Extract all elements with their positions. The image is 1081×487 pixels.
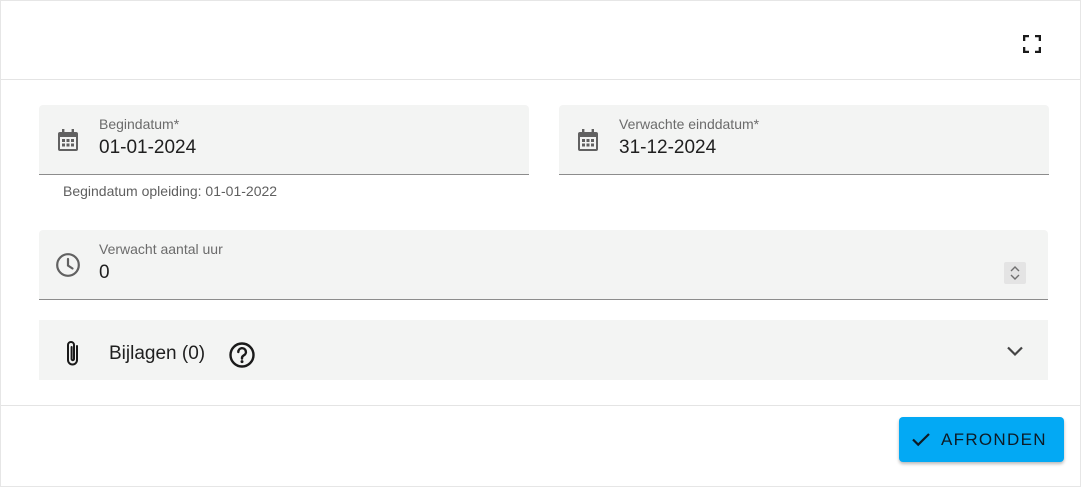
end-date-input[interactable]: 31-12-2024 bbox=[619, 137, 919, 159]
expected-hours-field[interactable]: Verwacht aantal uur 0 bbox=[39, 230, 1048, 300]
calendar-icon bbox=[55, 127, 81, 153]
finish-button-label: AFRONDEN bbox=[941, 430, 1047, 449]
start-date-label: Begindatum* bbox=[99, 116, 180, 132]
fullscreen-icon bbox=[1022, 34, 1042, 54]
finish-button[interactable]: AFRONDEN bbox=[899, 417, 1064, 462]
paperclip-icon bbox=[61, 339, 85, 371]
fullscreen-button[interactable] bbox=[1019, 31, 1045, 57]
expected-hours-label: Verwacht aantal uur bbox=[99, 241, 223, 257]
dialog: Begindatum* 01-01-2024 Begindatum opleid… bbox=[0, 0, 1081, 487]
chevron-down-icon[interactable] bbox=[1004, 340, 1026, 362]
expected-hours-input[interactable]: 0 bbox=[99, 262, 399, 284]
footer-divider bbox=[1, 405, 1080, 406]
end-date-field[interactable]: Verwachte einddatum* 31-12-2024 bbox=[559, 105, 1049, 175]
dialog-header bbox=[1, 1, 1080, 80]
hours-stepper[interactable] bbox=[1004, 262, 1026, 284]
attachments-label: Bijlagen (0) bbox=[109, 343, 206, 364]
attachments-panel[interactable]: Bijlagen (0) bbox=[39, 320, 1048, 380]
start-date-input[interactable]: 01-01-2024 bbox=[99, 137, 399, 159]
help-circle-icon[interactable] bbox=[228, 341, 256, 369]
start-date-field[interactable]: Begindatum* 01-01-2024 bbox=[39, 105, 529, 175]
calendar-icon bbox=[575, 127, 601, 153]
end-date-label: Verwachte einddatum* bbox=[619, 116, 760, 132]
start-date-hint: Begindatum opleiding: 01-01-2022 bbox=[63, 183, 278, 199]
clock-icon bbox=[55, 252, 81, 278]
unfold-icon bbox=[1009, 265, 1021, 281]
check-icon bbox=[911, 429, 931, 449]
